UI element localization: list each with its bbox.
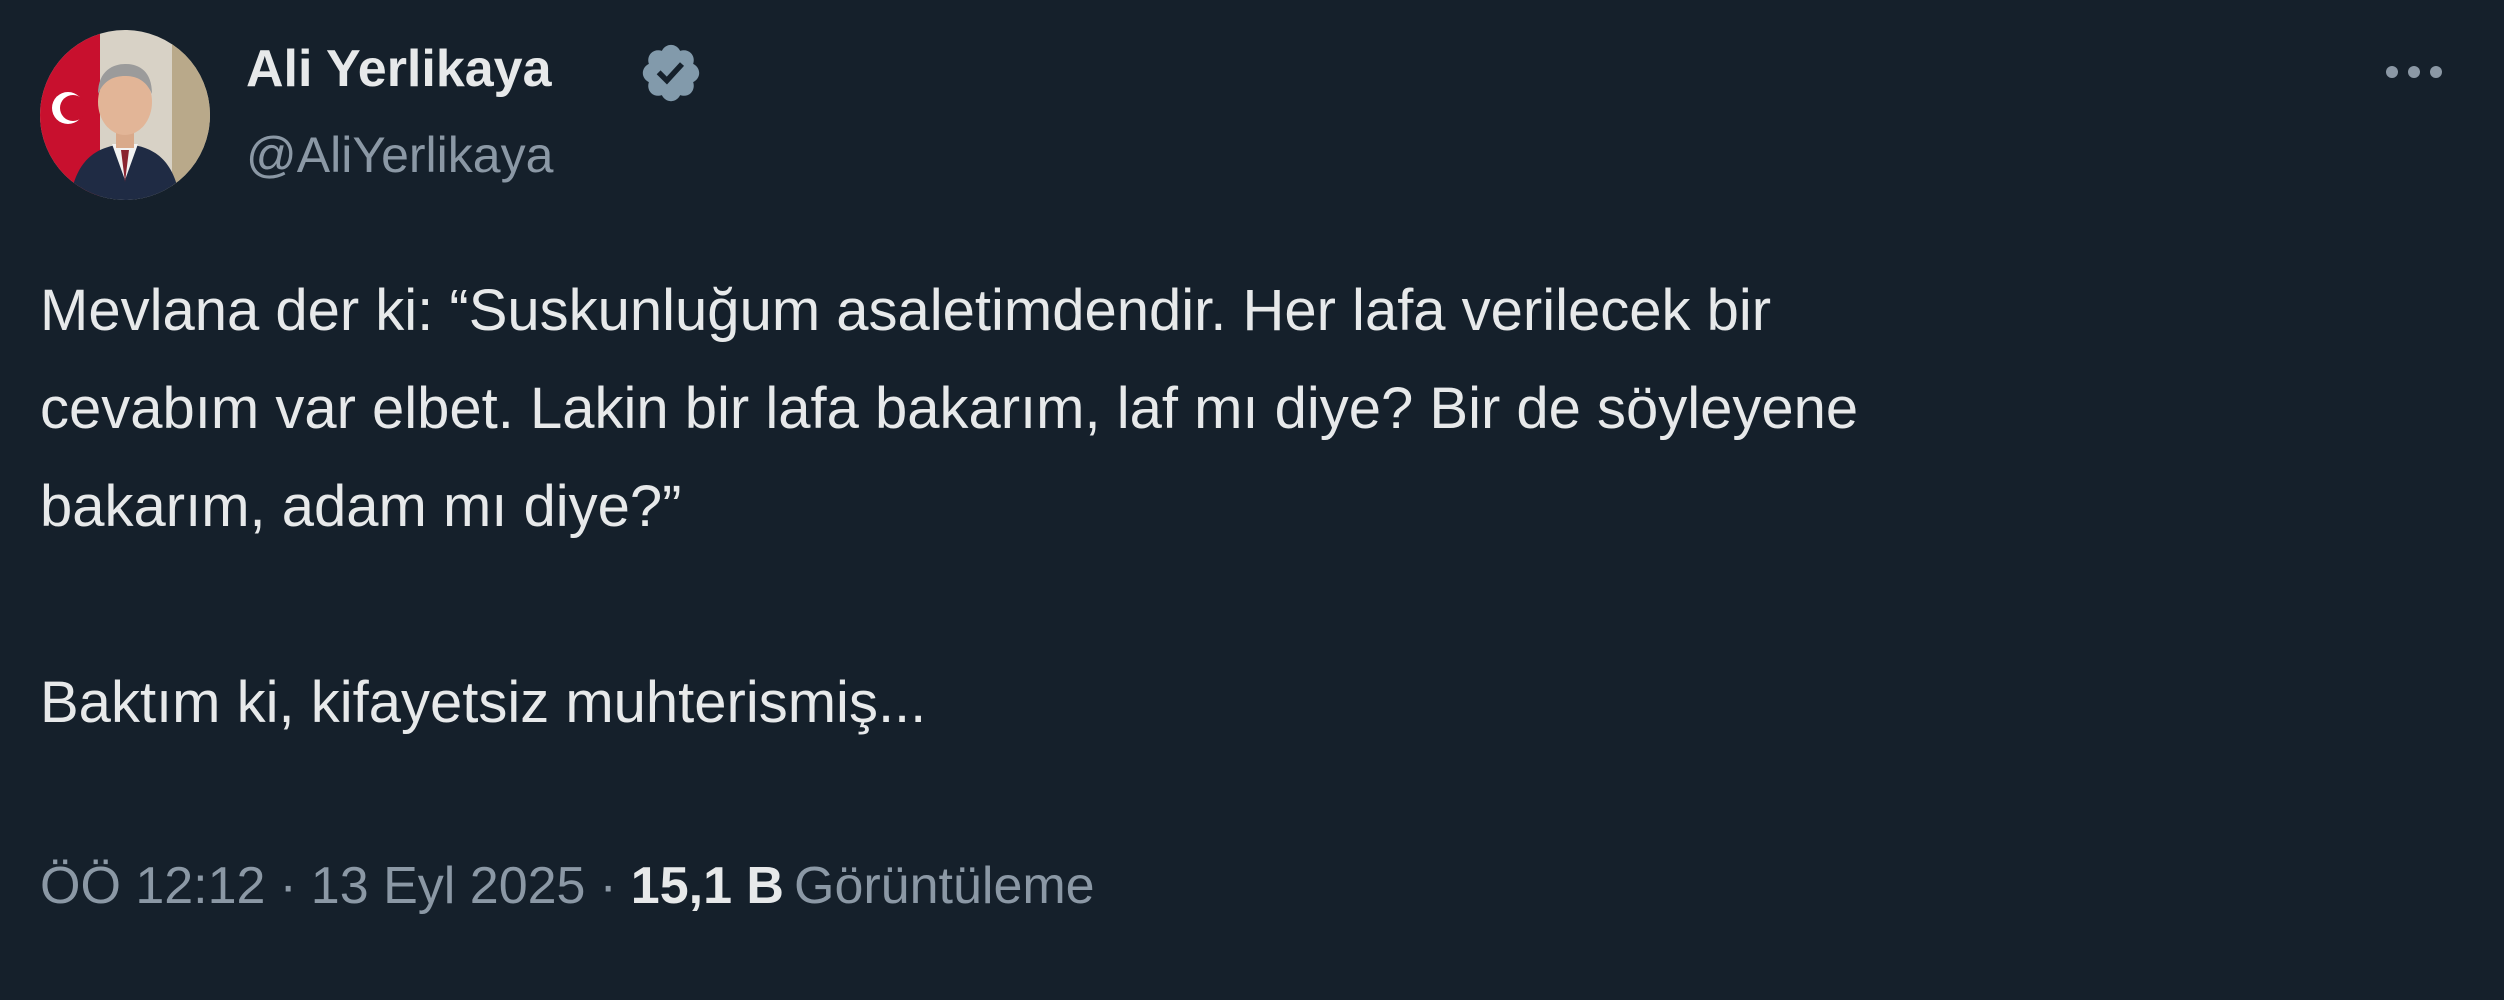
avatar[interactable] (40, 30, 210, 200)
meta-separator: · (599, 857, 617, 915)
tweet-meta: ÖÖ 12:12 · 13 Eyl 2025 · 15,1 B Görüntüleme (40, 846, 1095, 926)
more-options-icon[interactable] (2374, 42, 2454, 102)
tweet-card: Ali Yerlikaya @AliYerlikaya Mevlana der … (0, 0, 2504, 1000)
tweet-text-line: bakarım, adam mı diye?” (40, 474, 682, 539)
author-handle[interactable]: @AliYerlikaya (246, 120, 553, 190)
avatar-image (40, 30, 210, 200)
tweet-text-line: cevabım var elbet. Lakin bir lafa bakarı… (40, 376, 1859, 441)
tweet-text-line: Baktım ki, kifayetsiz muhterismiş... (40, 670, 927, 735)
author-display-name[interactable]: Ali Yerlikaya (246, 34, 552, 104)
meta-separator: · (279, 857, 297, 915)
tweet-text: Mevlana der ki: “Suskunluğum asaletimden… (40, 262, 2440, 752)
views-count[interactable]: 15,1 B (631, 857, 784, 915)
views-label: Görüntüleme (794, 857, 1095, 915)
tweet-text-line: Mevlana der ki: “Suskunluğum asaletimden… (40, 278, 1772, 343)
verified-badge-icon (642, 44, 700, 102)
tweet-date[interactable]: 13 Eyl 2025 (311, 857, 586, 915)
tweet-time[interactable]: ÖÖ 12:12 (40, 857, 265, 915)
